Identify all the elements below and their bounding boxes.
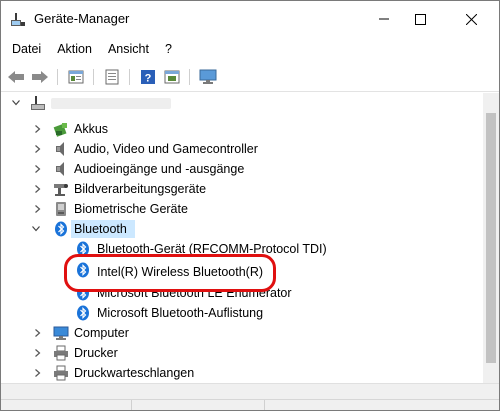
speaker-icon xyxy=(53,161,69,177)
highlight-ring: Intel(R) Wireless Bluetooth(R) xyxy=(64,254,276,292)
toolbar-separator xyxy=(57,69,58,85)
tree-item-computer[interactable]: Computer xyxy=(1,323,483,343)
battery-icon xyxy=(53,121,69,137)
tree-item-label: Drucker xyxy=(74,346,118,360)
title-bar: Geräte-Manager xyxy=(1,1,499,37)
tree-item-akkus[interactable]: Akkus xyxy=(1,119,483,139)
properties-button[interactable] xyxy=(67,68,85,86)
tree-item-label: Computer xyxy=(74,326,129,340)
forward-button[interactable] xyxy=(31,68,49,86)
scan-hardware-button[interactable] xyxy=(199,68,217,86)
speaker-icon xyxy=(53,141,69,157)
expand-chevron-icon[interactable] xyxy=(33,184,43,194)
help-icon: ? xyxy=(141,70,155,85)
expand-chevron-icon[interactable] xyxy=(33,368,43,378)
scrollbar-thumb[interactable] xyxy=(486,113,496,363)
bluetooth-icon xyxy=(75,262,91,278)
back-button[interactable] xyxy=(7,68,25,86)
status-separator xyxy=(264,400,265,410)
tree-item-audio-inputs[interactable]: Audioeingänge und -ausgänge xyxy=(1,159,483,179)
expand-chevron-icon[interactable] xyxy=(33,164,43,174)
properties-icon xyxy=(68,70,84,84)
vertical-scrollbar[interactable] xyxy=(483,93,499,383)
close-icon xyxy=(465,13,477,25)
toolbar-separator xyxy=(93,69,94,85)
tree-item-label: Bildverarbeitungsgeräte xyxy=(74,182,207,196)
expand-chevron-icon[interactable] xyxy=(33,204,43,214)
tree-item-intel-bluetooth[interactable]: Intel(R) Wireless Bluetooth(R) xyxy=(67,260,273,280)
tree-item-bluetooth[interactable]: Bluetooth xyxy=(1,219,483,239)
tree-item-biometric[interactable]: Biometrische Geräte xyxy=(1,199,483,219)
device-manager-app-icon xyxy=(10,11,26,27)
toolbar-separator xyxy=(129,69,130,85)
close-button[interactable] xyxy=(448,1,494,37)
toolbar: ? xyxy=(1,63,499,92)
horizontal-scrollbar[interactable] xyxy=(1,383,499,400)
update-driver-button[interactable] xyxy=(103,68,121,86)
tree-item-label: Biometrische Geräte xyxy=(74,202,188,216)
bluetooth-icon xyxy=(53,221,69,237)
update-driver-icon xyxy=(105,69,119,85)
tree-item-label: Druckwarteschlangen xyxy=(74,366,195,380)
tree-item-druckwarteschlangen[interactable]: Druckwarteschlangen xyxy=(1,363,483,383)
camera-icon xyxy=(53,181,69,197)
monitor-icon xyxy=(199,69,217,84)
tree-item-imaging[interactable]: Bildverarbeitungsgeräte xyxy=(1,179,483,199)
tree-item-label: Microsoft Bluetooth-Auflistung xyxy=(97,306,264,320)
svg-text:?: ? xyxy=(145,73,152,85)
collapse-chevron-icon[interactable] xyxy=(11,98,21,108)
collapse-chevron-icon[interactable] xyxy=(31,224,41,234)
fingerprint-icon xyxy=(53,201,69,217)
printer-icon xyxy=(53,365,69,381)
maximize-icon xyxy=(414,13,426,25)
expand-chevron-icon[interactable] xyxy=(33,144,43,154)
tree-item-label: Akkus xyxy=(74,122,109,136)
tree-item-label: Audioeingänge und -ausgänge xyxy=(74,162,245,176)
device-manager-window: Geräte-Manager Datei Aktion Ansicht ? ? … xyxy=(0,0,500,411)
status-separator xyxy=(131,400,132,410)
tree-root[interactable] xyxy=(1,93,483,113)
menu-bar: Datei Aktion Ansicht ? xyxy=(1,39,499,61)
bluetooth-icon xyxy=(75,305,91,321)
tree-item-label: Bluetooth xyxy=(74,222,127,236)
computer-root-icon xyxy=(30,95,46,111)
menu-help[interactable]: ? xyxy=(157,39,180,61)
back-arrow-icon xyxy=(8,71,24,83)
menu-aktion[interactable]: Aktion xyxy=(49,39,100,61)
forward-arrow-icon xyxy=(32,71,48,83)
computer-name xyxy=(51,98,171,109)
tree-item-audio-video[interactable]: Audio, Video und Gamecontroller xyxy=(1,139,483,159)
minimize-icon xyxy=(379,18,389,20)
maximize-button[interactable] xyxy=(397,1,443,37)
window-title: Geräte-Manager xyxy=(34,11,130,26)
tree-item-label: Intel(R) Wireless Bluetooth(R) xyxy=(97,265,264,279)
help-button[interactable]: ? xyxy=(139,68,157,86)
tree-item-label: Audio, Video und Gamecontroller xyxy=(74,142,258,156)
device-tree: Akkus Audio, Video und Gamecontroller Au… xyxy=(1,93,483,383)
toolbar-separator xyxy=(189,69,190,85)
menu-datei[interactable]: Datei xyxy=(1,39,49,61)
tree-item-drucker[interactable]: Drucker xyxy=(1,343,483,363)
computer-icon xyxy=(53,325,69,341)
expand-chevron-icon[interactable] xyxy=(33,348,43,358)
expand-chevron-icon[interactable] xyxy=(33,124,43,134)
status-bar xyxy=(1,399,499,410)
printer-icon xyxy=(53,345,69,361)
menu-ansicht[interactable]: Ansicht xyxy=(100,39,157,61)
show-hidden-icon xyxy=(164,70,180,84)
expand-chevron-icon[interactable] xyxy=(33,328,43,338)
show-hidden-button[interactable] xyxy=(163,68,181,86)
tree-item-bluetooth-enum[interactable]: Microsoft Bluetooth-Auflistung xyxy=(1,303,483,323)
